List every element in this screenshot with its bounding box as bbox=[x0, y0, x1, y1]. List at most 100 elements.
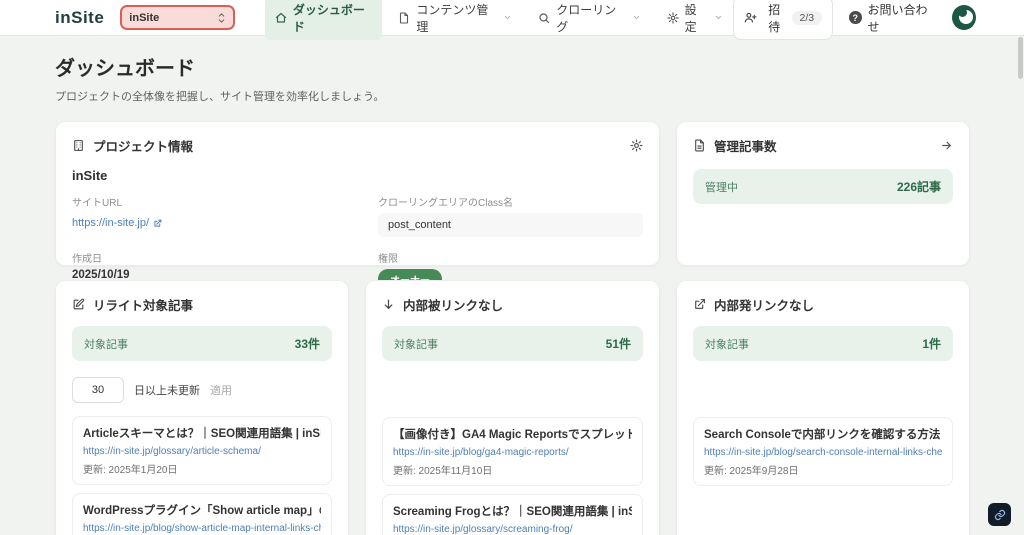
article-list-item[interactable]: Screaming Frogとは？｜SEO関連用語集 | inSite(インサイ… bbox=[382, 494, 643, 535]
invite-count-badge: 2/3 bbox=[791, 10, 823, 25]
scrollbar-thumb[interactable] bbox=[1018, 37, 1023, 79]
edit-pencil-icon bbox=[72, 298, 85, 311]
outbound-count-value: 1件 bbox=[922, 337, 941, 351]
nav-dashboard[interactable]: ダッシュボード bbox=[264, 0, 383, 40]
rewrite-count-label: 対象記事 bbox=[84, 338, 128, 351]
nav-settings-label: 設定 bbox=[684, 2, 697, 34]
chevron-down-icon bbox=[503, 13, 512, 22]
page-title: ダッシュボード bbox=[55, 58, 195, 80]
header-right-group: 招待 2/3 ? お問い合わせ bbox=[733, 0, 976, 40]
rewrite-targets-card: リライト対象記事 対象記事 33件 日以上未更新 適用 Articleスキーマと… bbox=[55, 280, 349, 535]
arrow-right-icon[interactable] bbox=[940, 139, 953, 152]
site-url-label: サイトURL bbox=[72, 198, 123, 209]
nav-content-label: コンテンツ管理 bbox=[416, 2, 489, 34]
home-icon bbox=[275, 12, 287, 24]
article-list-item[interactable]: WordPressプラグイン「Show article map」の使い方を解説 … bbox=[72, 493, 332, 535]
managed-count-value: 226記事 bbox=[896, 180, 941, 194]
days-filter-row: 日以上未更新 適用 bbox=[72, 377, 332, 403]
link-chain-icon bbox=[994, 509, 1006, 521]
project-settings-gear-icon[interactable] bbox=[630, 139, 643, 152]
article-title: Screaming Frogとは？｜SEO関連用語集 | inSite(インサイ… bbox=[393, 506, 632, 518]
up-down-chevron-icon bbox=[217, 12, 226, 24]
arrow-down-icon bbox=[382, 298, 395, 311]
article-title: Articleスキーマとは？｜SEO関連用語集 | inSite(インサイト) bbox=[83, 428, 321, 440]
external-link-icon bbox=[153, 219, 162, 228]
article-url-link[interactable]: https://in-site.jp/glossary/article-sche… bbox=[83, 446, 321, 457]
managed-articles-title: 管理記事数 bbox=[714, 140, 777, 154]
main-nav: ダッシュボード コンテンツ管理 クローリング 設定 bbox=[264, 0, 733, 40]
project-select-value: inSite bbox=[129, 11, 160, 24]
chevron-down-icon bbox=[714, 13, 723, 22]
external-link-icon bbox=[693, 298, 706, 311]
managed-count-row: 管理中 226記事 bbox=[693, 169, 953, 204]
file-text-icon bbox=[693, 139, 706, 152]
article-updated: 更新: 2025年9月28日 bbox=[704, 466, 799, 477]
nav-crawling-label: クローリング bbox=[556, 2, 617, 34]
role-label: 権限 bbox=[378, 254, 398, 265]
file-icon bbox=[398, 11, 410, 24]
site-url-link[interactable]: https://in-site.jp/ bbox=[72, 217, 162, 229]
brand-logo: inSite bbox=[55, 7, 105, 27]
rewrite-card-title: リライト対象記事 bbox=[93, 299, 194, 313]
link-widget-button[interactable] bbox=[988, 503, 1011, 526]
outbound-count-row: 対象記事 1件 bbox=[693, 326, 953, 361]
article-url-link[interactable]: https://in-site.jp/blog/show-article-map… bbox=[83, 523, 321, 534]
days-input[interactable] bbox=[72, 377, 124, 403]
managed-articles-card: 管理記事数 管理中 226記事 bbox=[676, 121, 970, 266]
managed-count-label: 管理中 bbox=[705, 181, 738, 194]
article-list-item[interactable]: 【画像付き】GA4 Magic ReportsでスプレッドシートとGA4を自動…… bbox=[382, 417, 643, 486]
bottom-card-row: リライト対象記事 対象記事 33件 日以上未更新 適用 Articleスキーマと… bbox=[55, 280, 970, 535]
article-title: 【画像付き】GA4 Magic ReportsでスプレッドシートとGA4を自動… bbox=[393, 429, 632, 441]
rewrite-article-list: Articleスキーマとは？｜SEO関連用語集 | inSite(インサイト) … bbox=[72, 416, 332, 535]
rewrite-count-value: 33件 bbox=[294, 337, 320, 351]
inbound-count-label: 対象記事 bbox=[394, 338, 438, 351]
no-outbound-links-card: 内部発リンクなし 対象記事 1件 Search Consoleで内部リンクを確認… bbox=[676, 280, 970, 535]
nav-crawling[interactable]: クローリング bbox=[528, 0, 650, 40]
article-url-link[interactable]: https://in-site.jp/blog/search-console-i… bbox=[704, 447, 942, 458]
days-suffix-label: 日以上未更新 bbox=[134, 385, 200, 397]
building-icon bbox=[72, 139, 85, 152]
no-inbound-links-card: 内部被リンクなし 対象記事 51件 【画像付き】GA4 Magic Report… bbox=[365, 280, 660, 535]
article-list-item[interactable]: Articleスキーマとは？｜SEO関連用語集 | inSite(インサイト) … bbox=[72, 416, 332, 485]
user-avatar[interactable] bbox=[952, 5, 976, 30]
main-content: ダッシュボード プロジェクトの全体像を把握し、サイト管理を効率化しましょう。 プ… bbox=[0, 36, 1024, 535]
crawl-class-label: クローリングエリアのClass名 bbox=[378, 198, 514, 209]
top-card-row: プロジェクト情報 inSite サイトURL https://in-site.j… bbox=[55, 121, 970, 290]
apply-button[interactable]: 適用 bbox=[210, 382, 232, 398]
page-subtitle: プロジェクトの全体像を把握し、サイト管理を効率化しましょう。 bbox=[55, 91, 385, 103]
invite-label: 招待 bbox=[768, 2, 781, 34]
outbound-article-list: Search Consoleで内部リンクを確認する方法【画面キャプチャで詳… h… bbox=[693, 417, 953, 486]
outbound-card-title: 内部発リンクなし bbox=[714, 299, 815, 313]
crawl-class-value: post_content bbox=[378, 213, 643, 237]
top-navbar: inSite inSite ダッシュボード コンテンツ管理 クローリング 設定 … bbox=[0, 0, 1024, 40]
question-icon: ? bbox=[849, 11, 862, 24]
created-date-label: 作成日 bbox=[72, 254, 102, 265]
outbound-count-label: 対象記事 bbox=[705, 338, 749, 351]
user-plus-icon bbox=[744, 11, 757, 24]
inbound-count-row: 対象記事 51件 bbox=[382, 326, 643, 361]
article-list-item[interactable]: Search Consoleで内部リンクを確認する方法【画面キャプチャで詳… h… bbox=[693, 417, 953, 486]
contact-label: お問い合わせ bbox=[867, 2, 928, 34]
chevron-down-icon bbox=[632, 13, 641, 22]
gear-icon bbox=[667, 11, 679, 24]
project-select[interactable]: inSite bbox=[120, 5, 235, 30]
article-url-link[interactable]: https://in-site.jp/glossary/screaming-fr… bbox=[393, 524, 632, 535]
article-url-link[interactable]: https://in-site.jp/blog/ga4-magic-report… bbox=[393, 447, 632, 458]
contact-link[interactable]: ? お問い合わせ bbox=[849, 1, 936, 35]
inbound-card-title: 内部被リンクなし bbox=[403, 299, 504, 313]
inbound-count-value: 51件 bbox=[605, 337, 631, 351]
project-name: inSite bbox=[72, 168, 108, 183]
article-updated: 更新: 2025年1月20日 bbox=[83, 465, 178, 476]
project-info-card: プロジェクト情報 inSite サイトURL https://in-site.j… bbox=[55, 121, 660, 290]
article-title: Search Consoleで内部リンクを確認する方法【画面キャプチャで詳… bbox=[704, 429, 942, 441]
site-url-text: https://in-site.jp/ bbox=[72, 217, 150, 229]
invite-button[interactable]: 招待 2/3 bbox=[733, 0, 834, 40]
nav-settings[interactable]: 設定 bbox=[657, 0, 733, 40]
article-title: WordPressプラグイン「Show article map」の使い方を解説 bbox=[83, 505, 321, 517]
article-updated: 更新: 2025年11月10日 bbox=[393, 466, 493, 477]
nav-dashboard-label: ダッシュボード bbox=[292, 2, 365, 34]
project-card-title: プロジェクト情報 bbox=[93, 140, 194, 154]
search-icon bbox=[538, 12, 550, 24]
nav-content-management[interactable]: コンテンツ管理 bbox=[388, 0, 522, 40]
inbound-article-list: 【画像付き】GA4 Magic ReportsでスプレッドシートとGA4を自動…… bbox=[382, 417, 643, 535]
